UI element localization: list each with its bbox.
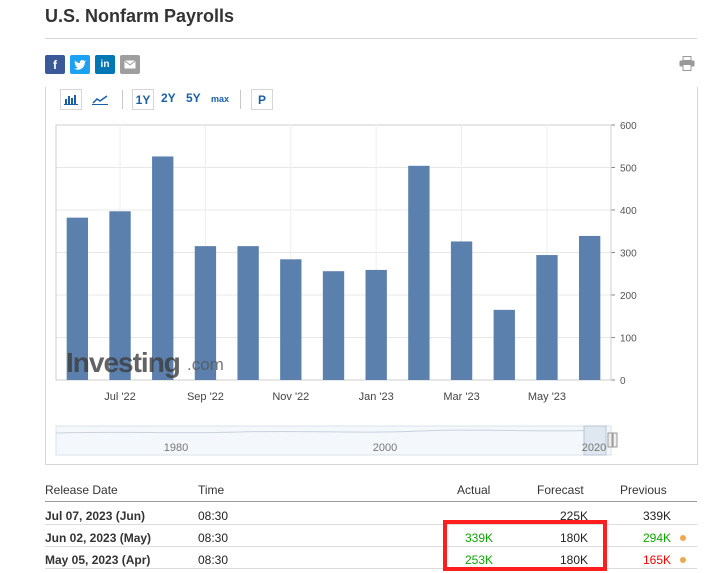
investing-watermark: Investing [66, 347, 180, 378]
header-actual[interactable]: Actual [457, 483, 490, 497]
bar[interactable] [237, 246, 259, 380]
navigator-year-label: 1980 [164, 442, 188, 454]
y-tick-label: 200 [620, 291, 637, 302]
x-tick-label: Nov '22 [272, 391, 309, 403]
bar[interactable] [408, 165, 430, 380]
header-time[interactable]: Time [198, 483, 224, 497]
header-previous[interactable]: Previous [620, 483, 667, 497]
bar[interactable] [322, 271, 345, 380]
y-tick-label: 300 [620, 249, 637, 260]
bar[interactable] [280, 259, 302, 380]
previous-cell: 339K [642, 509, 671, 523]
bar[interactable] [536, 255, 558, 380]
bar[interactable] [578, 235, 601, 380]
x-tick-label: Jul '22 [104, 391, 135, 403]
x-tick-label: May '23 [528, 391, 566, 403]
investing-watermark-suffix: .com [187, 355, 224, 374]
time-cell: 08:30 [198, 509, 229, 523]
y-tick-label: 500 [620, 164, 637, 175]
release-date-cell: May 05, 2023 (Apr) [45, 553, 151, 567]
navigator-year-label: 2000 [373, 442, 397, 454]
navigator-handle[interactable] [607, 432, 613, 448]
navigator-year-label: 2020 [582, 442, 606, 454]
x-tick-label: Jan '23 [359, 391, 394, 403]
previous-cell: 165K [642, 553, 671, 567]
y-tick-label: 400 [620, 206, 637, 217]
time-cell: 08:30 [198, 553, 229, 567]
highlight-box [443, 520, 607, 571]
x-tick-label: Mar '23 [443, 391, 479, 403]
previous-cell: 294K [642, 531, 671, 545]
navigator-handle[interactable] [612, 432, 618, 448]
header-release-date[interactable]: Release Date [45, 483, 118, 497]
y-tick-label: 0 [620, 376, 626, 387]
bar[interactable] [493, 309, 515, 380]
revision-dot-icon [680, 557, 686, 563]
y-tick-label: 600 [620, 121, 637, 132]
header-forecast[interactable]: Forecast [537, 483, 584, 497]
revision-dot-icon [680, 535, 686, 541]
release-date-cell: Jun 02, 2023 (May) [45, 531, 152, 545]
bar[interactable] [365, 269, 387, 380]
time-cell: 08:30 [198, 531, 229, 545]
x-tick-label: Sep '22 [187, 391, 224, 403]
y-tick-label: 100 [620, 334, 637, 345]
release-date-cell: Jul 07, 2023 (Jun) [45, 509, 146, 523]
table-header: Release Date Time Actual Forecast Previo… [45, 478, 697, 502]
bar[interactable] [450, 241, 473, 380]
